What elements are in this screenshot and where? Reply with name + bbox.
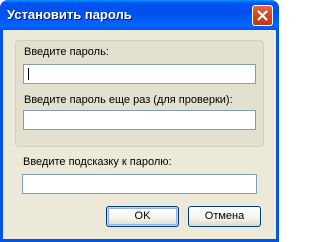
close-icon: [257, 10, 268, 21]
password-input[interactable]: [23, 64, 256, 84]
password-group: Введите пароль: Введите пароль еще раз (…: [15, 40, 264, 147]
title-bar[interactable]: Установить пароль: [0, 0, 279, 30]
close-button[interactable]: [252, 5, 273, 26]
cancel-button[interactable]: Отмена: [188, 206, 261, 227]
text-caret: [28, 68, 29, 80]
hint-label: Введите подсказку к паролю:: [23, 156, 172, 168]
set-password-dialog: Установить пароль Введите пароль: Введит…: [0, 0, 279, 242]
confirm-password-label: Введите пароль еще раз (для проверки):: [24, 94, 233, 106]
dialog-title: Установить пароль: [7, 7, 132, 22]
ok-button[interactable]: OK: [106, 206, 179, 227]
password-label: Введите пароль:: [24, 46, 109, 58]
dialog-body: Введите пароль: Введите пароль еще раз (…: [3, 30, 276, 239]
hint-input[interactable]: [22, 174, 257, 194]
confirm-password-input[interactable]: [23, 110, 256, 130]
